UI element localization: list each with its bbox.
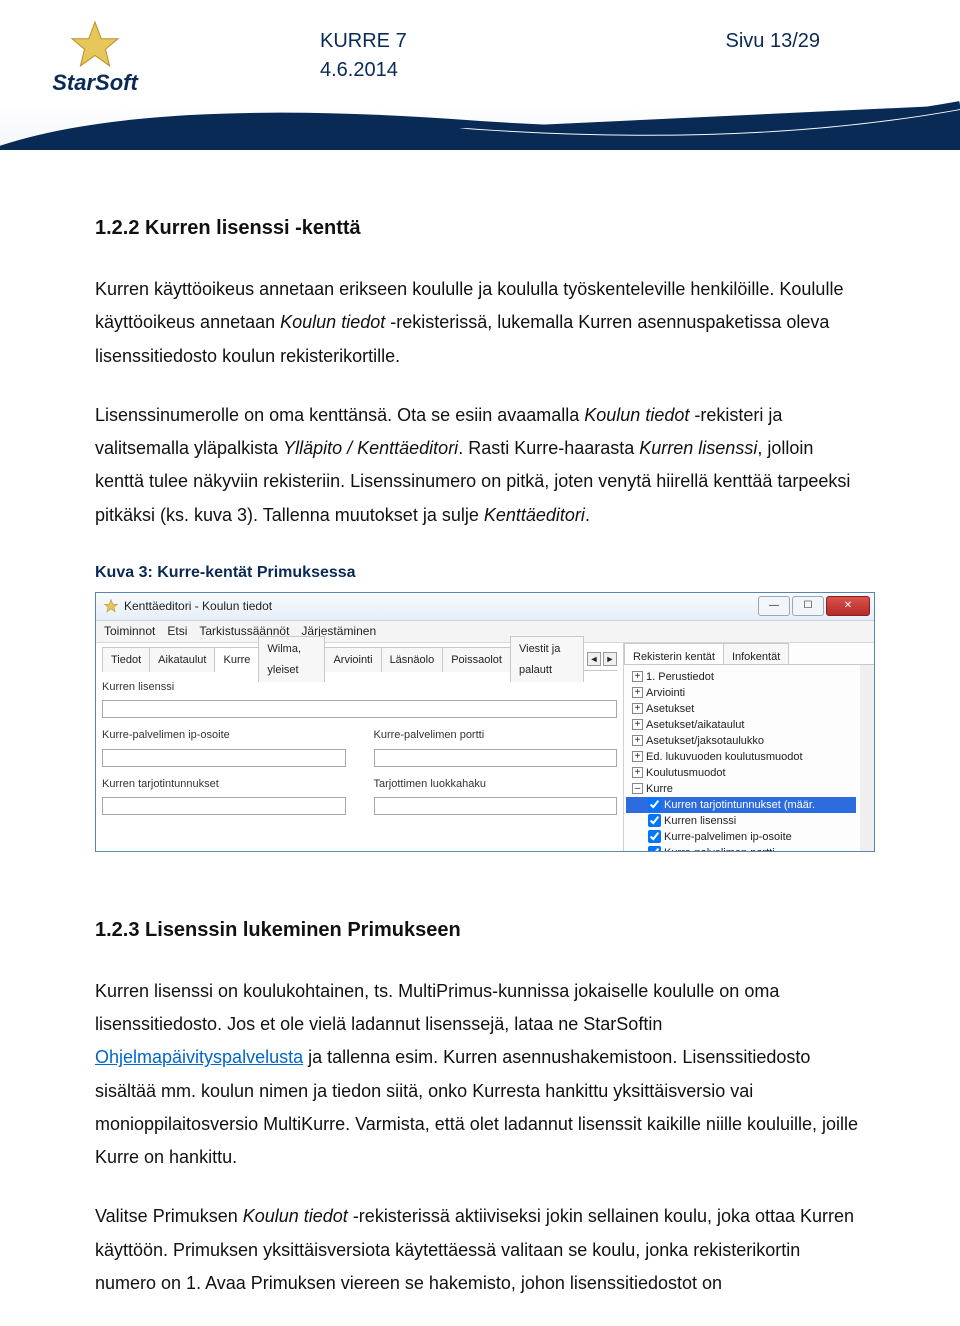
label-kurren-lisenssi: Kurren lisenssi [102,677,617,697]
para-1-2-3-a: Kurren lisenssi on koulukohtainen, ts. M… [95,975,865,1175]
link-ohjelmapaivitys[interactable]: Ohjelmapäivityspalvelusta [95,1047,303,1067]
tab-poissaolot[interactable]: Poissaolot [442,647,511,672]
check-portti[interactable] [648,846,661,850]
tab-lasnaolo[interactable]: Läsnäolo [381,647,444,672]
para-1-2-3-b: Valitse Primuksen Koulun tiedot -rekiste… [95,1200,865,1300]
window-titlebar[interactable]: Kenttäeditori - Koulun tiedot — ☐ ✕ [96,593,874,621]
heading-1-2-2: 1.2.2 Kurren lisenssi -kenttä [95,210,865,247]
tab-aikataulut[interactable]: Aikataulut [149,647,215,672]
star-icon [70,20,120,70]
header-date: 4.6.2014 [320,59,820,82]
label-luokkahaku: Tarjottimen luokkahaku [374,774,618,794]
header-page: Sivu 13/29 [725,30,820,53]
heading-1-2-3: 1.2.3 Lisenssin lukeminen Primukseen [95,912,865,949]
input-kurren-lisenssi[interactable] [102,700,617,718]
tree-item-tarjotintunnukset[interactable]: Kurren tarjotintunnukset (määr. [626,797,856,813]
header-info: KURRE 7 Sivu 13/29 4.6.2014 [320,30,820,82]
input-tarjotintunnukset[interactable] [102,797,346,815]
tab-scroll-left-icon[interactable]: ◄ [587,652,601,666]
page-header: StarSoft KURRE 7 Sivu 13/29 4.6.2014 [0,0,960,150]
check-lisenssi[interactable] [648,814,661,827]
header-curve [0,100,960,150]
tree-koulutusmuodot[interactable]: +Koulutusmuodot [626,765,856,781]
tab-wilma[interactable]: Wilma, yleiset [258,636,325,682]
header-title: KURRE 7 [320,30,407,53]
star-icon [104,599,118,613]
rtab-rekisterin-kentat[interactable]: Rekisterin kentät [624,643,724,664]
input-portti[interactable] [374,749,618,767]
input-ip-osoite[interactable] [102,749,346,767]
window-right-pane: Rekisterin kentät Infokentät ▲ +1. Perus… [624,643,874,851]
figure-caption: Kuva 3: Kurre-kentät Primuksessa [95,558,865,588]
window-kenttaeditori: Kenttäeditori - Koulun tiedot — ☐ ✕ Toim… [95,592,875,852]
label-tarjotintunnukset: Kurren tarjotintunnukset [102,774,346,794]
tree-item-lisenssi[interactable]: Kurren lisenssi [626,813,856,829]
menu-bar: Toiminnot Etsi Tarkistussäännöt Järjestä… [96,621,874,643]
maximize-button[interactable]: ☐ [792,596,824,616]
scroll-up-icon[interactable]: ▲ [860,665,874,679]
input-luokkahaku[interactable] [374,797,618,815]
check-tarjotintunnukset[interactable] [648,798,661,811]
minimize-button[interactable]: — [758,596,790,616]
para-1-2-2-a: Kurren käyttöoikeus annetaan erikseen ko… [95,273,865,373]
label-ip-osoite: Kurre-palvelimen ip-osoite [102,725,346,745]
tree-arviointi[interactable]: +Arviointi [626,685,856,701]
tab-viestit[interactable]: Viestit ja palautt [510,636,584,682]
tree-asetukset-jaksotaulukko[interactable]: +Asetukset/jaksotaulukko [626,733,856,749]
tab-arviointi[interactable]: Arviointi [324,647,381,672]
para-1-2-2-b: Lisenssinumerolle on oma kenttänsä. Ota … [95,399,865,532]
tree-item-portti[interactable]: Kurre-palvelimen portti [626,845,856,851]
rtab-infokentat[interactable]: Infokentät [723,643,789,664]
document-content: 1.2.2 Kurren lisenssi -kenttä Kurren käy… [0,150,960,1300]
tree-item-ip[interactable]: Kurre-palvelimen ip-osoite [626,829,856,845]
tree-asetukset-aikataulut[interactable]: +Asetukset/aikataulut [626,717,856,733]
tab-tiedot[interactable]: Tiedot [102,647,150,672]
window-title: Kenttäeditori - Koulun tiedot [124,595,272,617]
close-button[interactable]: ✕ [826,596,870,616]
label-portti: Kurre-palvelimen portti [374,725,618,745]
window-left-pane: Tiedot Aikataulut Kurre Wilma, yleiset A… [96,643,624,851]
field-tree: ▲ +1. Perustiedot +Arviointi +Asetukset … [624,665,874,851]
scroll-down-icon[interactable]: ▼ [860,837,874,851]
check-ip[interactable] [648,830,661,843]
tab-scroll-right-icon[interactable]: ► [603,652,617,666]
tree-asetukset[interactable]: +Asetukset [626,701,856,717]
tree-kurre[interactable]: –Kurre [626,781,856,797]
tab-row: Tiedot Aikataulut Kurre Wilma, yleiset A… [102,649,617,671]
logo: StarSoft [30,20,160,96]
tree-perustiedot[interactable]: +1. Perustiedot [626,669,856,685]
menu-etsi[interactable]: Etsi [167,620,187,642]
tree-ed-koulutusmuodot[interactable]: +Ed. lukuvuoden koulutusmuodot [626,749,856,765]
menu-toiminnot[interactable]: Toiminnot [104,620,155,642]
logo-text: StarSoft [30,70,160,96]
tab-kurre[interactable]: Kurre [214,647,259,672]
